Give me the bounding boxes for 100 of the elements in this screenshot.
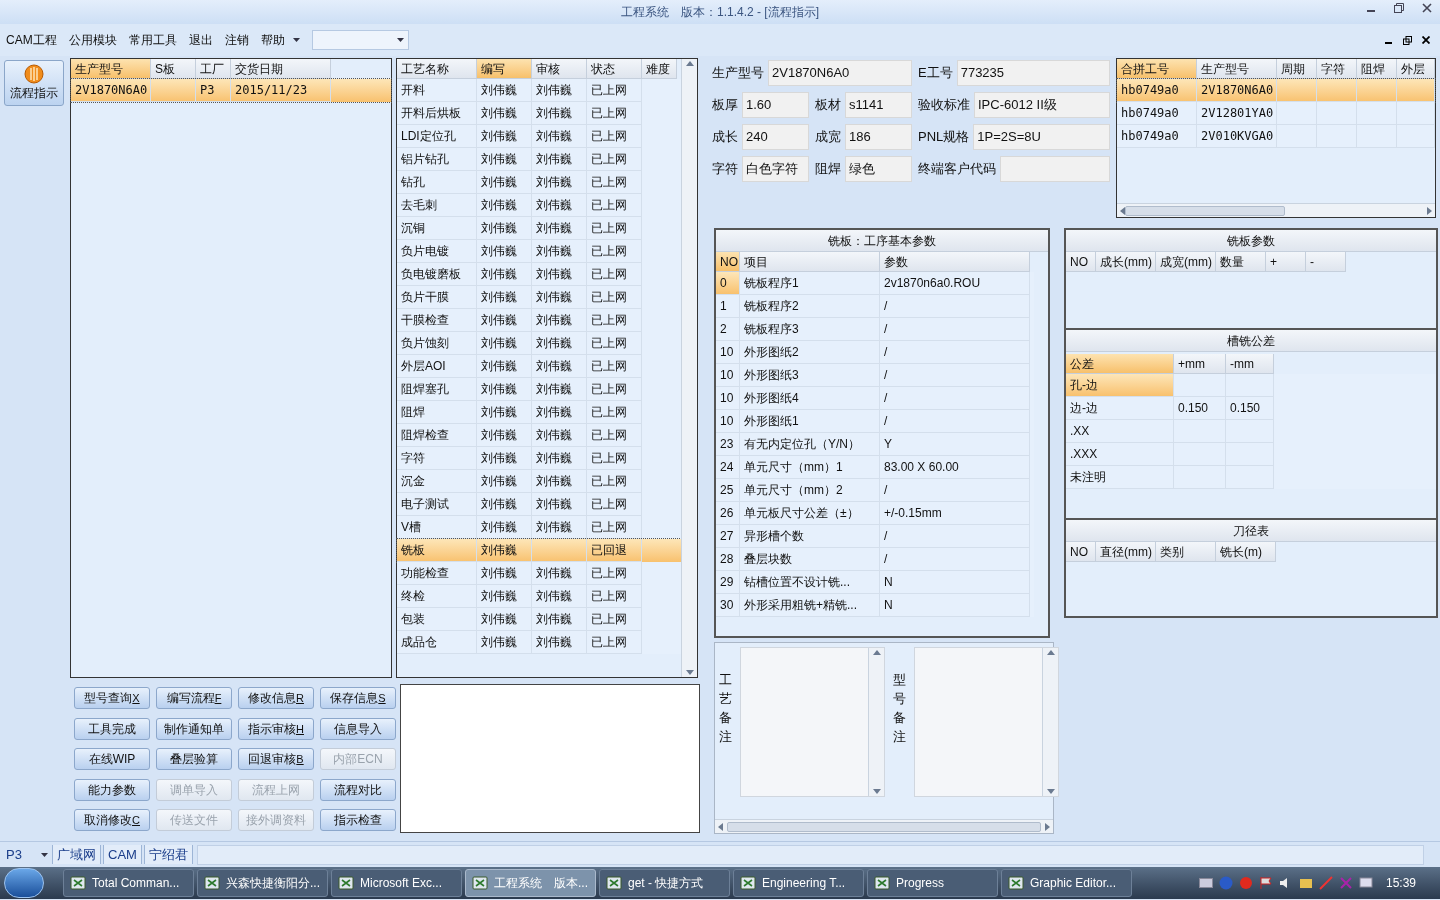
taskbar-button[interactable]: 兴森快捷衡阳分... [197, 869, 328, 897]
text-field[interactable]: IPC-6012 II级 [974, 92, 1110, 118]
column-header[interactable]: 外层 [1397, 59, 1435, 79]
action-button[interactable]: 在线WIP [74, 748, 150, 771]
scrollbar[interactable] [681, 59, 697, 677]
scroll-down-icon[interactable] [685, 670, 694, 675]
column-header[interactable]: 参数 [880, 252, 1030, 272]
scroll-thumb[interactable] [727, 821, 1041, 832]
scroll-right-icon[interactable] [1045, 822, 1050, 831]
scroll-right-icon[interactable] [1427, 206, 1432, 215]
taskbar-button[interactable]: Engineering T... [733, 869, 864, 897]
caret-icon[interactable] [292, 38, 300, 42]
column-header[interactable]: 难度 [642, 59, 677, 79]
action-button[interactable]: 编写流程F [156, 687, 232, 709]
column-header[interactable]: 铣长(m) [1216, 542, 1276, 562]
column-header[interactable]: 工厂 [196, 59, 231, 79]
sidebar-button[interactable]: 流程指示 [4, 60, 64, 106]
menu-item[interactable]: 常用工具 [128, 31, 177, 49]
table-row[interactable]: hb0749a0 2V12801YA0 [1117, 102, 1435, 125]
column-header[interactable]: 工艺名称 [397, 59, 477, 79]
action-button[interactable]: 能力参数 [74, 778, 150, 801]
action-button[interactable]: 指示审核H [238, 717, 314, 740]
text-field[interactable]: 绿色 [845, 156, 912, 182]
scroll-down-icon[interactable] [872, 789, 881, 794]
column-header[interactable]: 类别 [1156, 542, 1216, 562]
taskbar-button[interactable]: Progress [867, 869, 998, 897]
column-header[interactable]: NO [716, 252, 740, 272]
column-header[interactable]: 审核 [532, 59, 587, 79]
action-button[interactable]: 保存信息S [320, 687, 396, 709]
action-button[interactable]: 叠层验算 [156, 748, 232, 771]
start-button[interactable] [4, 868, 44, 898]
scroll-up-icon[interactable] [872, 650, 881, 655]
factory-dropdown[interactable]: P3 [6, 844, 50, 865]
scroll-left-icon[interactable] [718, 822, 723, 831]
column-header[interactable]: 成长(mm) [1096, 252, 1156, 272]
scroll-up-icon[interactable] [1046, 650, 1055, 655]
column-header[interactable]: NO [1066, 252, 1096, 272]
action-button[interactable]: 流程对比 [320, 778, 396, 801]
action-button[interactable]: 工具完成 [74, 717, 150, 740]
column-header[interactable]: 公差 [1066, 354, 1174, 374]
column-header[interactable]: 编写 [477, 59, 532, 79]
flag-icon[interactable] [1258, 876, 1273, 890]
restore-icon[interactable] [1394, 3, 1404, 13]
table-row[interactable]: 2V1870N6A0 P3 2015/11/23 [71, 79, 391, 102]
scrollbar[interactable] [1117, 203, 1435, 217]
column-header[interactable]: 合拼工号 [1117, 59, 1197, 79]
close-icon[interactable] [1422, 36, 1430, 44]
dropdown-icon[interactable] [41, 852, 48, 857]
scrollbar[interactable] [1042, 648, 1058, 796]
text-field[interactable] [1000, 156, 1110, 182]
table-row[interactable]: V槽 刘伟巍 刘伟巍 已上网 [397, 516, 681, 539]
column-header[interactable]: NO [1066, 542, 1096, 562]
column-header[interactable]: -mm [1226, 354, 1274, 374]
action-button[interactable]: 回退审核B [238, 748, 314, 771]
scrollbar[interactable] [868, 648, 884, 796]
restore-icon[interactable] [1403, 35, 1412, 45]
text-field[interactable]: s1141 [845, 92, 912, 118]
column-header[interactable]: 生产型号 [1197, 59, 1277, 79]
column-header[interactable]: 直径(mm) [1096, 542, 1156, 562]
column-header[interactable]: 周期 [1277, 59, 1317, 79]
close-icon[interactable] [1422, 3, 1432, 13]
scroll-down-icon[interactable] [1046, 789, 1055, 794]
taskbar-button[interactable]: Microsoft Exc... [331, 869, 462, 897]
menu-item[interactable]: 帮助 [260, 31, 285, 49]
text-field[interactable]: 2V1870N6A0 [768, 60, 912, 86]
column-header[interactable]: 状态 [587, 59, 642, 79]
text-field[interactable]: 773235 [956, 60, 1110, 86]
column-header[interactable]: 数量 [1216, 252, 1266, 272]
scroll-thumb[interactable] [1125, 205, 1285, 216]
column-header[interactable]: 交货日期 [231, 59, 331, 79]
menu-item[interactable]: 公用模块 [68, 31, 117, 49]
text-field[interactable]: 1P=2S=8U [973, 124, 1110, 150]
action-button[interactable]: 制作通知单 [156, 717, 232, 740]
taskbar-button[interactable]: get - 快捷方式 [599, 869, 730, 897]
column-header[interactable]: + [1266, 252, 1306, 272]
text-field[interactable]: 240 [742, 124, 809, 150]
column-header[interactable]: 成宽(mm) [1156, 252, 1216, 272]
action-button[interactable]: 取消修改C [74, 809, 150, 832]
table-row[interactable]: 铣板 刘伟巍 已回退 [397, 539, 681, 562]
dropdown-icon[interactable] [396, 38, 404, 42]
text-field[interactable]: 白色字符 [742, 156, 809, 182]
action-button[interactable]: 信息导入 [320, 717, 396, 740]
menu-item[interactable]: 退出 [188, 31, 213, 49]
table-row[interactable]: hb0749a0 2V010KVGA0 [1117, 125, 1435, 148]
table-row[interactable]: hb0749a0 2V1870N6A0 [1117, 79, 1435, 102]
action-button[interactable]: 修改信息R [238, 687, 314, 709]
scrollbar[interactable] [715, 819, 1053, 833]
column-header[interactable]: 项目 [740, 252, 880, 272]
menu-item[interactable]: 注销 [224, 31, 249, 49]
column-header[interactable]: 字符 [1317, 59, 1357, 79]
scroll-up-icon[interactable] [685, 61, 694, 66]
taskbar-button[interactable]: Total Comman... [63, 869, 194, 897]
action-button[interactable]: 型号查询X [74, 687, 150, 709]
column-header[interactable]: S板 [151, 59, 196, 79]
column-header[interactable]: - [1306, 252, 1346, 272]
column-header[interactable]: 生产型号 [71, 59, 151, 79]
text-field[interactable]: 1.60 [742, 92, 809, 118]
column-header[interactable]: 阻焊 [1357, 59, 1397, 79]
text-field[interactable]: 186 [845, 124, 912, 150]
menu-item[interactable]: CAM工程 [6, 31, 57, 49]
